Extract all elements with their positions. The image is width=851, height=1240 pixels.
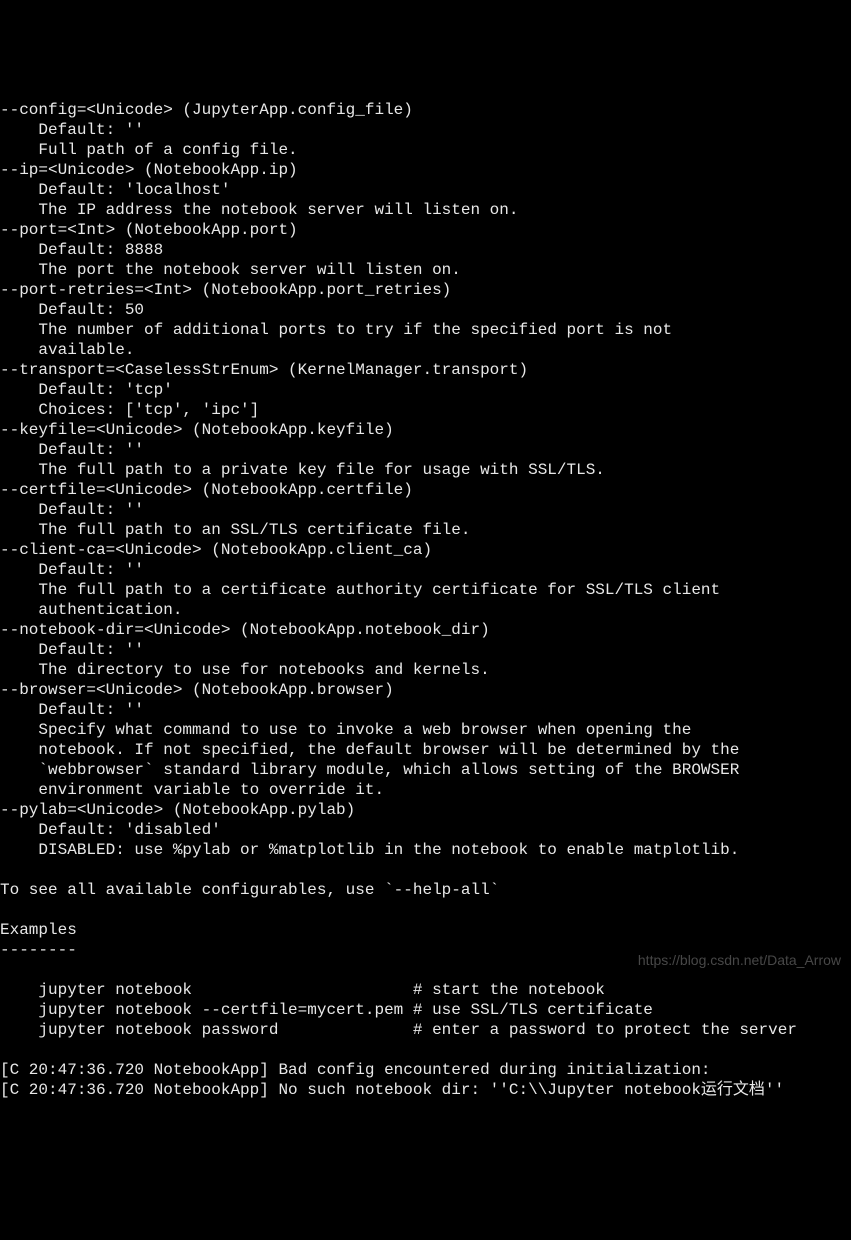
option-browser-desc3: `webbrowser` standard library module, wh… (0, 761, 739, 779)
option-keyfile-default: Default: '' (0, 441, 144, 459)
option-notebook-dir-header: --notebook-dir=<Unicode> (NotebookApp.no… (0, 621, 490, 639)
option-browser-desc4: environment variable to override it. (0, 781, 384, 799)
option-port-header: --port=<Int> (NotebookApp.port) (0, 221, 298, 239)
option-port-desc: The port the notebook server will listen… (0, 261, 461, 279)
example-certfile: jupyter notebook --certfile=mycert.pem #… (0, 1001, 653, 1019)
example-start: jupyter notebook # start the notebook (0, 981, 605, 999)
option-config-header: --config=<Unicode> (JupyterApp.config_fi… (0, 101, 413, 119)
option-browser-default: Default: '' (0, 701, 144, 719)
option-port-retries-default: Default: 50 (0, 301, 144, 319)
option-browser-desc2: notebook. If not specified, the default … (0, 741, 739, 759)
option-client-ca-desc1: The full path to a certificate authority… (0, 581, 720, 599)
option-keyfile-desc: The full path to a private key file for … (0, 461, 605, 479)
option-keyfile-header: --keyfile=<Unicode> (NotebookApp.keyfile… (0, 421, 394, 439)
option-transport-header: --transport=<CaselessStrEnum> (KernelMan… (0, 361, 528, 379)
option-client-ca-default: Default: '' (0, 561, 144, 579)
option-config-default: Default: '' (0, 121, 144, 139)
option-certfile-default: Default: '' (0, 501, 144, 519)
option-port-default: Default: 8888 (0, 241, 163, 259)
option-ip-header: --ip=<Unicode> (NotebookApp.ip) (0, 161, 298, 179)
option-client-ca-desc2: authentication. (0, 601, 182, 619)
option-pylab-desc: DISABLED: use %pylab or %matplotlib in t… (0, 841, 739, 859)
examples-underline: -------- (0, 941, 77, 959)
option-pylab-default: Default: 'disabled' (0, 821, 221, 839)
option-client-ca-header: --client-ca=<Unicode> (NotebookApp.clien… (0, 541, 432, 559)
option-certfile-desc: The full path to an SSL/TLS certificate … (0, 521, 470, 539)
option-port-retries-header: --port-retries=<Int> (NotebookApp.port_r… (0, 281, 451, 299)
option-config-desc: Full path of a config file. (0, 141, 298, 159)
terminal-output: --config=<Unicode> (JupyterApp.config_fi… (0, 80, 851, 1100)
option-ip-desc: The IP address the notebook server will … (0, 201, 518, 219)
examples-header: Examples (0, 921, 77, 939)
option-browser-desc1: Specify what command to use to invoke a … (0, 721, 691, 739)
option-transport-default: Default: 'tcp' (0, 381, 173, 399)
option-certfile-header: --certfile=<Unicode> (NotebookApp.certfi… (0, 481, 413, 499)
option-transport-choices: Choices: ['tcp', 'ipc'] (0, 401, 259, 419)
option-port-retries-desc2: available. (0, 341, 134, 359)
error-bad-config: [C 20:47:36.720 NotebookApp] Bad config … (0, 1061, 711, 1079)
option-notebook-dir-desc: The directory to use for notebooks and k… (0, 661, 490, 679)
example-password: jupyter notebook password # enter a pass… (0, 1021, 797, 1039)
option-pylab-header: --pylab=<Unicode> (NotebookApp.pylab) (0, 801, 355, 819)
help-all-hint: To see all available configurables, use … (0, 881, 499, 899)
watermark-text: https://blog.csdn.net/Data_Arrow (638, 950, 841, 970)
option-port-retries-desc1: The number of additional ports to try if… (0, 321, 672, 339)
option-ip-default: Default: 'localhost' (0, 181, 230, 199)
error-no-such-dir: [C 20:47:36.720 NotebookApp] No such not… (0, 1081, 784, 1099)
option-notebook-dir-default: Default: '' (0, 641, 144, 659)
option-browser-header: --browser=<Unicode> (NotebookApp.browser… (0, 681, 394, 699)
